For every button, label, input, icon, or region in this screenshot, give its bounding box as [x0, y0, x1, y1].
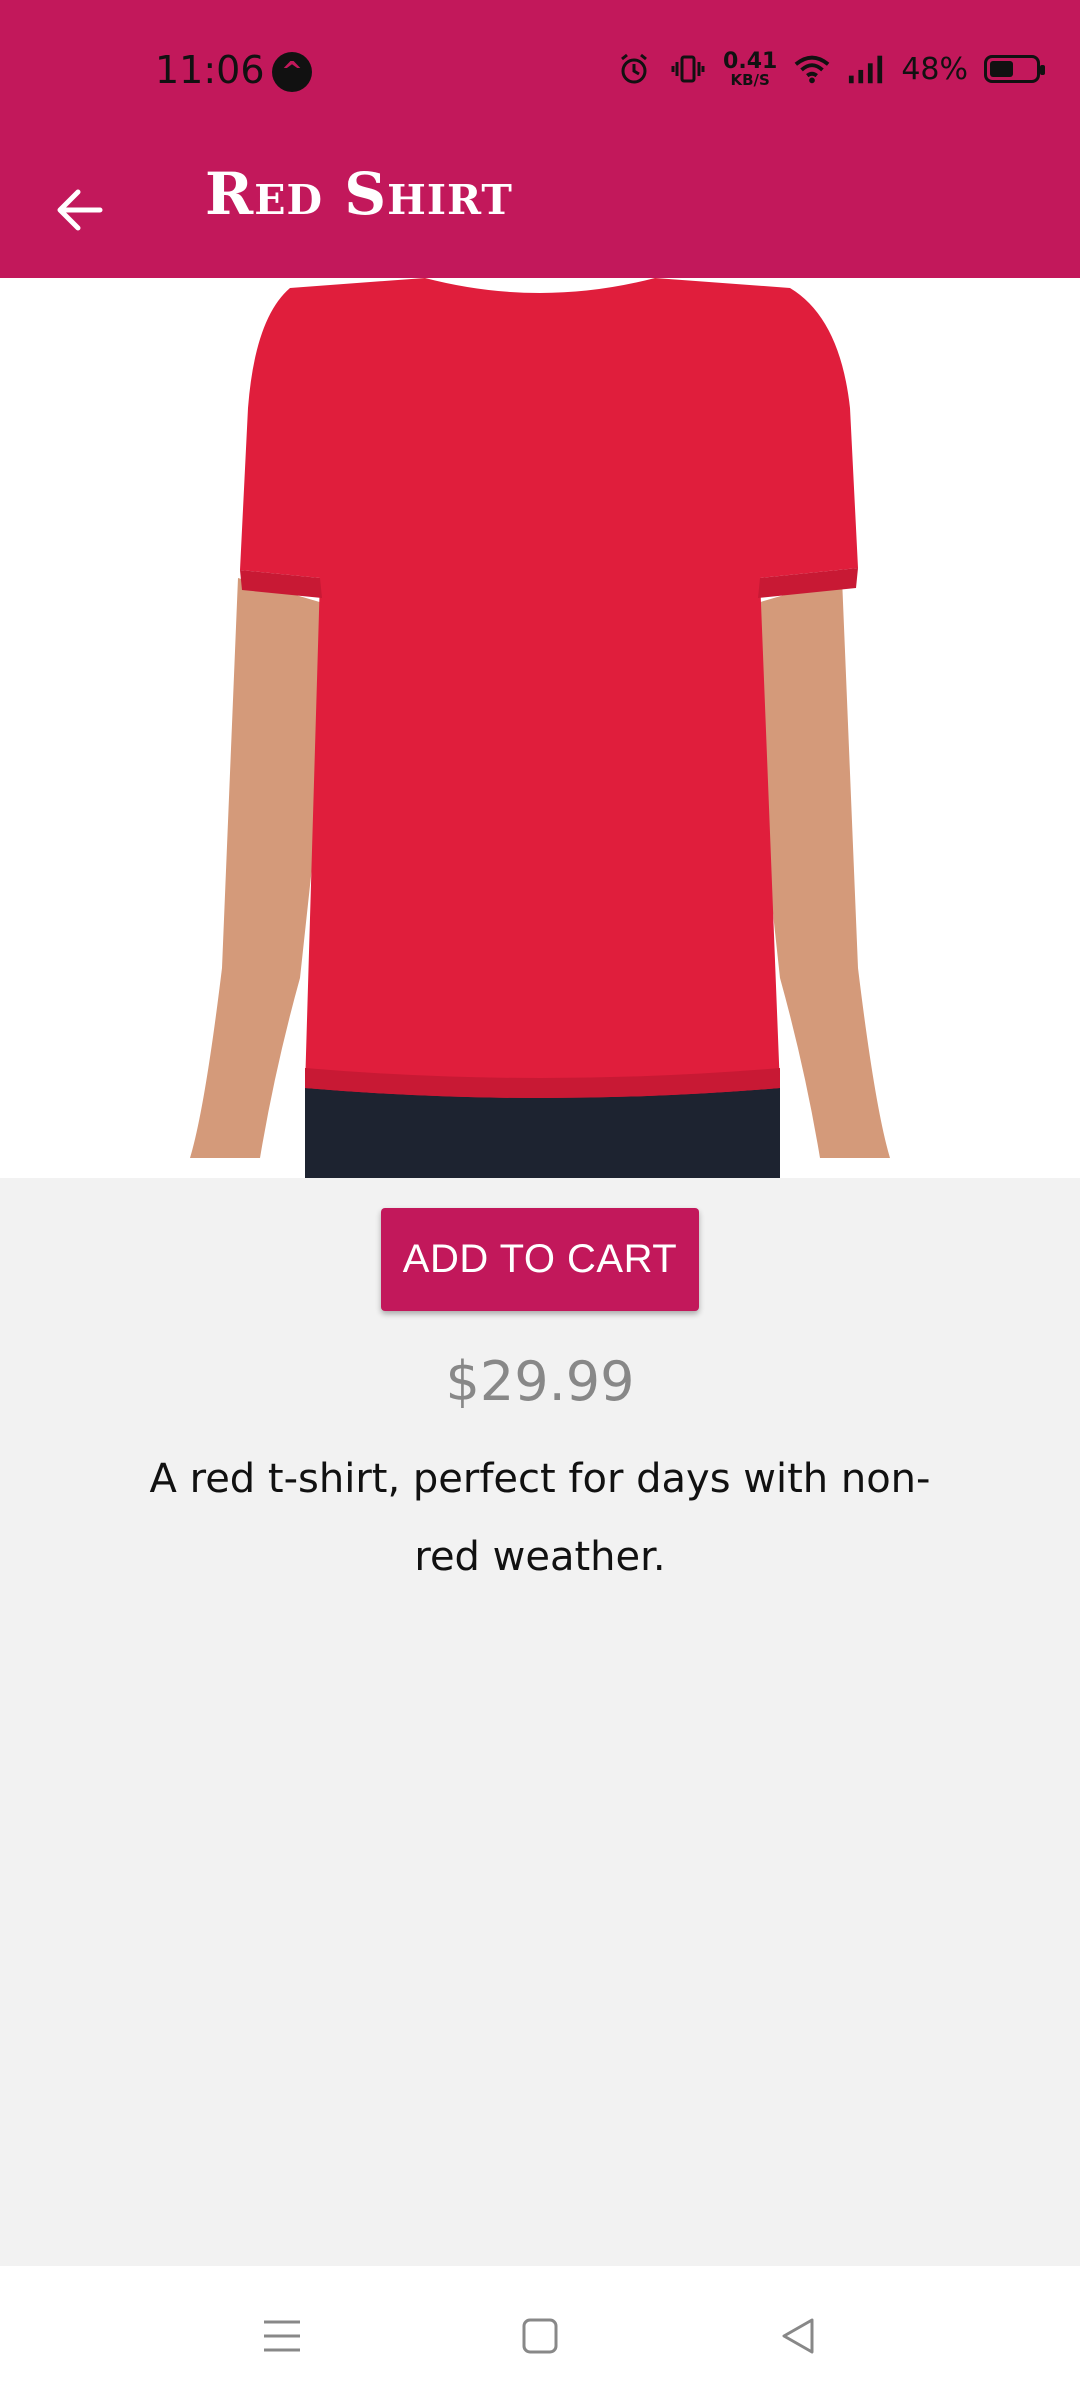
menu-icon — [264, 2320, 300, 2352]
shirt-photo — [0, 278, 1080, 1178]
product-image — [0, 278, 1080, 1178]
status-bar: 11:06 ^ 0.41 KB/S 48% — [0, 0, 1080, 140]
top-bar: 11:06 ^ 0.41 KB/S 48% Red Shirt — [0, 0, 1080, 278]
back-button[interactable] — [40, 170, 120, 250]
battery-icon — [984, 55, 1045, 83]
home-button[interactable] — [500, 2296, 580, 2376]
page-title: Red Shirt — [205, 160, 513, 228]
app-notification-icon: ^ — [272, 52, 312, 92]
arrow-left-icon — [57, 189, 103, 231]
status-time: 11:06 — [155, 48, 265, 92]
vibrate-icon — [669, 50, 707, 88]
product-description: A red t-shirt, perfect for days with non… — [149, 1456, 931, 1580]
product-price: $29.99 — [445, 1350, 635, 1413]
add-to-cart-button[interactable]: ADD TO CART — [381, 1208, 699, 1311]
battery-fill — [990, 61, 1013, 77]
battery-percent: 48% — [901, 51, 968, 87]
alarm-icon — [615, 50, 653, 88]
app-bar: Red Shirt — [0, 140, 1080, 278]
back-triangle-icon — [782, 2318, 814, 2354]
wifi-icon — [793, 50, 831, 88]
network-speed: 0.41 KB/S — [723, 48, 778, 89]
system-nav-bar — [0, 2266, 1080, 2400]
home-icon — [522, 2318, 558, 2354]
back-nav-button[interactable] — [758, 2296, 838, 2376]
network-speed-value: 0.41 — [723, 48, 778, 74]
status-icons: 0.41 KB/S 48% — [615, 44, 1045, 94]
signal-icon — [847, 50, 885, 88]
recent-apps-button[interactable] — [242, 2296, 322, 2376]
network-speed-unit: KB/S — [730, 70, 770, 89]
